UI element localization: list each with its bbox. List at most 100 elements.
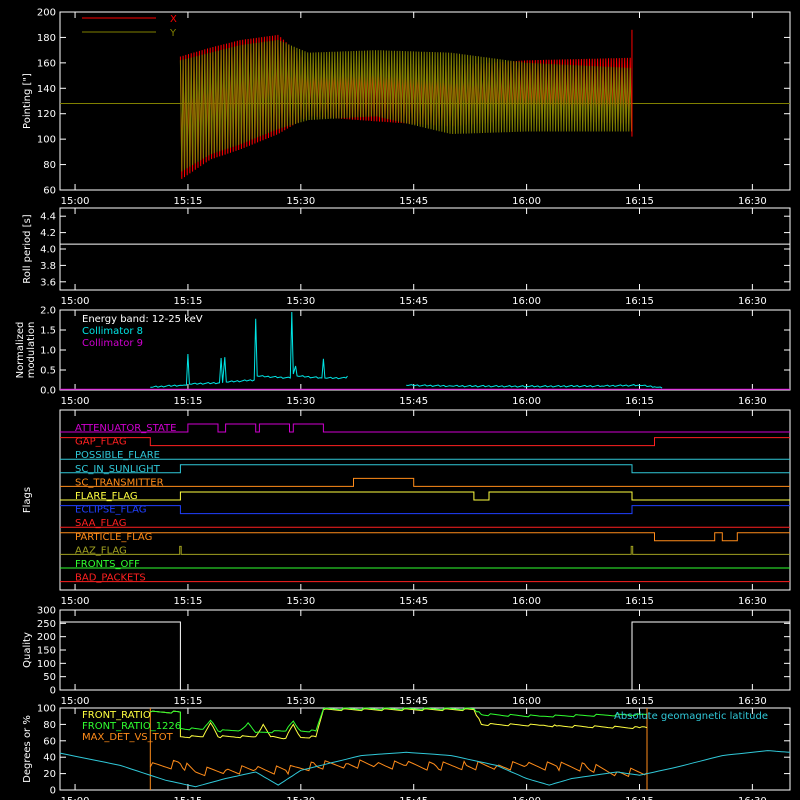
roll-period-frame [59, 207, 791, 291]
ratios-xtick-label: 16:15 [625, 796, 654, 800]
collimator8-line [406, 384, 663, 389]
roll-period-xtick-label: 15:45 [399, 296, 428, 307]
ratios-legend-2: MAX_DET_VS_TOT [82, 732, 174, 743]
ratios-ytick-label: 20 [43, 769, 56, 780]
modulation-xtick-label: 15:15 [174, 396, 203, 407]
modulation-xtick-label: 16:00 [512, 396, 541, 407]
roll-period-xtick-label: 16:30 [738, 296, 767, 307]
legend-label-y: Y [169, 28, 177, 39]
flag-line-eclipse-flag [60, 505, 790, 515]
pointing-xtick-label: 16:15 [625, 196, 654, 207]
flags-xtick-label: 15:00 [61, 596, 90, 607]
pointing-xtick-label: 15:30 [286, 196, 315, 207]
ratios-series-1 [150, 707, 648, 734]
ratios-series-2 [149, 759, 648, 778]
legend-label-x: X [170, 14, 177, 25]
roll-period-xtick-label: 15:15 [174, 296, 203, 307]
ratios-xtick-label: 15:45 [399, 796, 428, 800]
modulation-ytick-label: 1.0 [40, 346, 56, 357]
modulation-ytick-label: 1.5 [40, 326, 56, 337]
ratios-ytick-label: 0 [50, 786, 56, 797]
ratios-legend-0: FRONT_RATIO [82, 710, 151, 721]
legend-collimator8: Collimator 8 [82, 326, 143, 337]
pointing-ytick-label: 60 [43, 186, 56, 197]
pointing-ylabel: Pointing ["] [22, 73, 33, 129]
flag-line-sc-transmitter [60, 477, 790, 487]
quality-xtick-label: 15:30 [286, 696, 315, 707]
flags-xtick-label: 15:45 [399, 596, 428, 607]
flags-xtick-label: 15:30 [286, 596, 315, 607]
modulation-ytick-label: 0.5 [40, 366, 56, 377]
quality-xtick-label: 16:00 [512, 696, 541, 707]
roll-period-ylabel: Roll period [s] [22, 214, 33, 283]
modulation-ylabel-line: Normalized [15, 322, 26, 379]
ratios-legend-geomag: Absolute geomagnetic latitude [614, 711, 768, 722]
roll-period-xtick-label: 15:30 [286, 296, 315, 307]
roll-period-ytick-label: 3.6 [40, 277, 56, 288]
modulation-annotation: Energy band: 12-25 keV [82, 314, 203, 325]
flag-label-gap-flag: GAP_FLAG [75, 437, 127, 448]
quality-ytick-label: 250 [37, 619, 56, 630]
ratios-ytick-label: 80 [43, 720, 56, 731]
pointing-series-y [179, 39, 632, 172]
quality-ytick-label: 300 [37, 606, 56, 617]
quality-ytick-label: 200 [37, 632, 56, 643]
modulation-xtick-label: 15:00 [61, 396, 90, 407]
ratios-xtick-label: 15:15 [174, 796, 203, 800]
roll-period-ytick-label: 4.2 [40, 228, 56, 239]
roll-period-xtick-label: 15:00 [61, 296, 90, 307]
quality-xtick-label: 15:45 [399, 696, 428, 707]
flag-label-saa-flag: SAA_FLAG [75, 518, 126, 529]
ratios-xtick-label: 15:00 [61, 796, 90, 800]
multi-panel-plot: 15:00 15:15 15:30 15:45 16:00 16:15 16:3020018… [15, 8, 791, 800]
flag-line-aaz-flag [60, 545, 790, 555]
quality-xtick-label: 15:15 [174, 696, 203, 707]
flag-label-aaz-flag: AAZ_FLAG [75, 545, 127, 556]
modulation-xtick-label: 16:30 [738, 396, 767, 407]
flag-line-gap-flag [60, 437, 790, 447]
ratios-ytick-label: 60 [43, 736, 56, 747]
flag-label-sc-transmitter: SC_TRANSMITTER [75, 477, 164, 488]
flags-xtick-label: 16:00 [512, 596, 541, 607]
modulation-ytick-label: 0.0 [40, 386, 56, 397]
pointing-xtick-label: 15:00 [61, 196, 90, 207]
pointing-ytick-label: 80 [43, 160, 56, 171]
ratios-series-0 [150, 708, 648, 740]
flag-label-eclipse-flag: ECLIPSE_FLAG [75, 505, 146, 516]
modulation-ylabel-line: modulation [26, 322, 37, 379]
flag-label-particle-flag: PARTICLE_FLAG [75, 532, 152, 543]
pointing-xtick-label: 16:30 [738, 196, 767, 207]
quality-ylabel: Quality [22, 632, 33, 668]
quality-ytick-label: 150 [37, 646, 56, 657]
flag-label-fronts-off: FRONTS_OFF [75, 559, 140, 570]
pointing-xtick-label: 15:15 [174, 196, 203, 207]
flags-ylabel: Flags [22, 487, 33, 513]
flag-label-possible-flare: POSSIBLE_FLARE [75, 450, 160, 461]
quality-xtick-label: 16:15 [625, 696, 654, 707]
roll-period-xtick-label: 16:15 [625, 296, 654, 307]
flag-label-bad-packets: BAD_PACKETS [75, 573, 146, 584]
flag-label-sc-in-sunlight: SC_IN_SUNLIGHT [75, 464, 161, 475]
pointing-ytick-label: 180 [37, 33, 56, 44]
roll-period-xtick-label: 16:00 [512, 296, 541, 307]
roll-period-ytick-label: 4.0 [40, 245, 56, 256]
pointing-ytick-label: 120 [37, 109, 56, 120]
flag-line-particle-flag [60, 532, 790, 542]
roll-period-ytick-label: 4.4 [40, 212, 56, 223]
legend-collimator9: Collimator 9 [82, 338, 143, 349]
quality-xtick-label: 15:00 [61, 696, 90, 707]
quality-ytick-label: 50 [43, 672, 56, 683]
modulation-xtick-label: 15:30 [286, 396, 315, 407]
flag-label-flare-flag: FLARE_FLAG [75, 491, 138, 502]
pointing-ytick-label: 160 [37, 58, 56, 69]
ratios-xtick-label: 15:30 [286, 796, 315, 800]
quality-line [60, 621, 790, 691]
flag-line-flare-flag [60, 491, 790, 501]
roll-period-ytick-label: 3.8 [40, 261, 56, 272]
pointing-ytick-label: 140 [37, 84, 56, 95]
pointing-ytick-label: 200 [37, 8, 56, 19]
modulation-ytick-label: 2.0 [40, 306, 56, 317]
quality-ytick-label: 0 [50, 686, 56, 697]
ratios-ytick-label: 40 [43, 753, 56, 764]
quality-ytick-label: 100 [37, 659, 56, 670]
